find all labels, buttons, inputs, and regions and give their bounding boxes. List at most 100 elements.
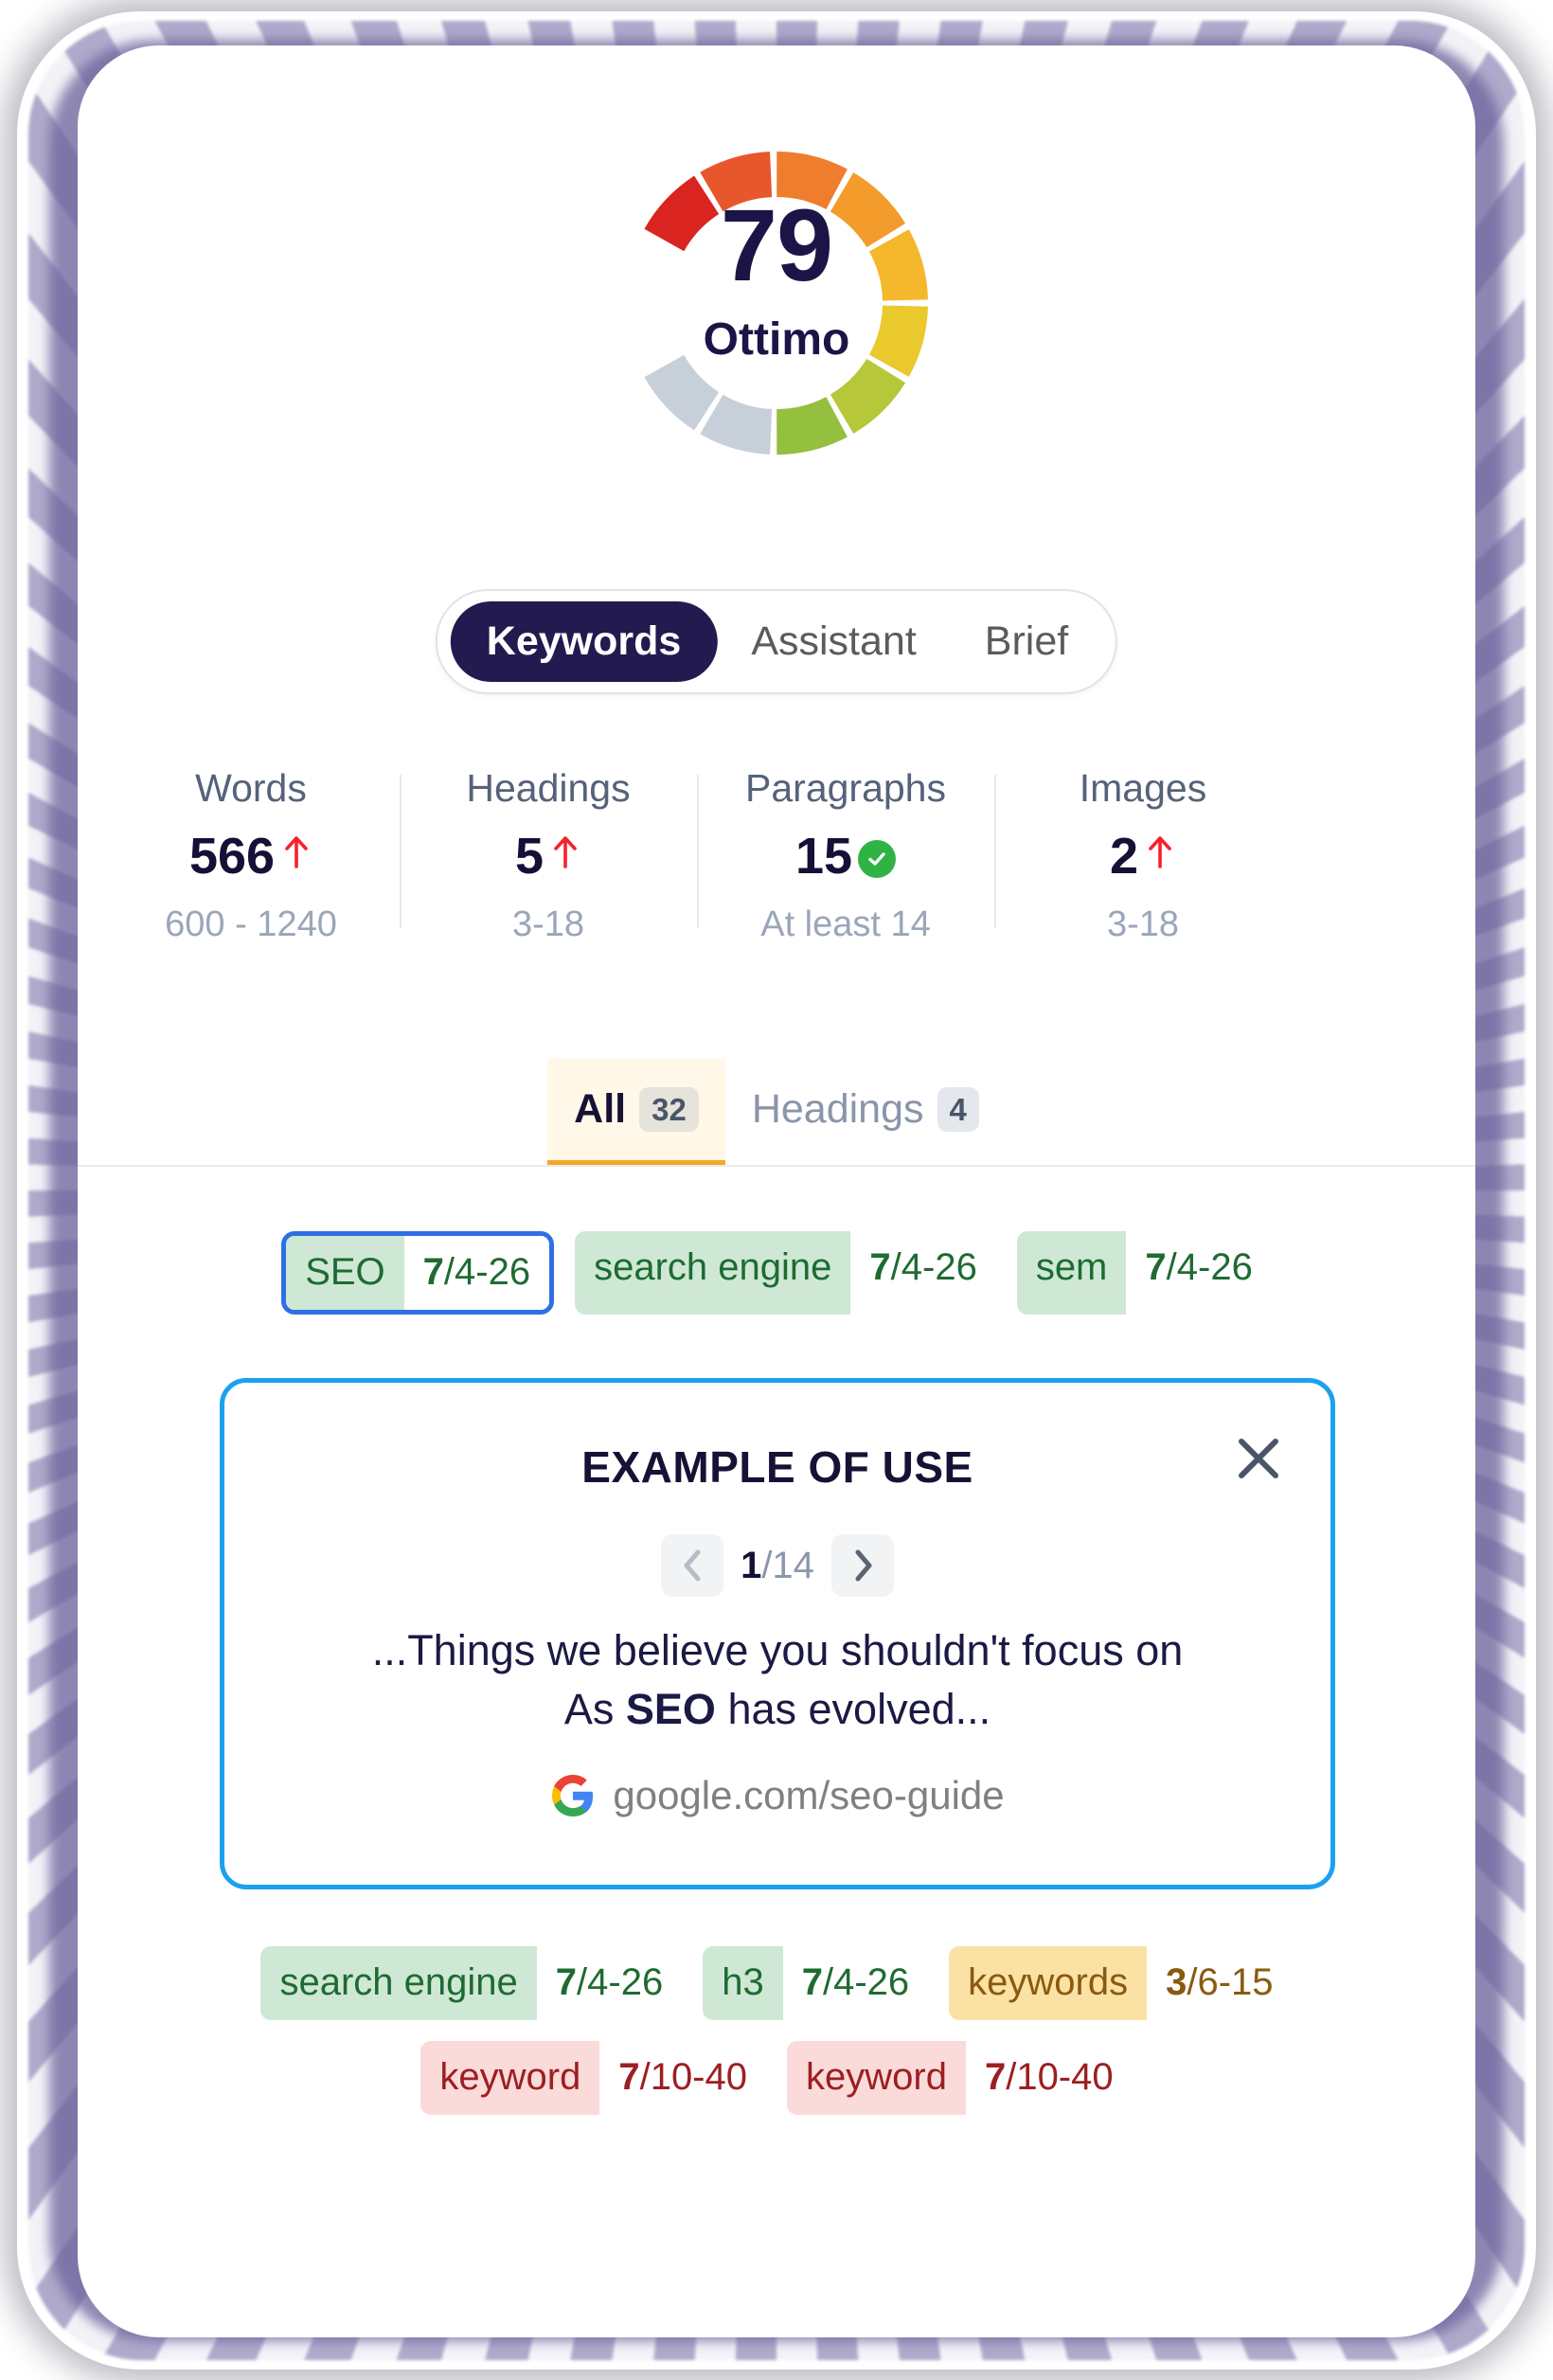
stat-value: 15	[794, 828, 853, 885]
gauge-segment	[644, 175, 720, 252]
content-stats-row: Words 566 600 - 1240 Headings 5 3-18 Paragraph…	[102, 766, 1292, 944]
keyword-chip-stat: 7/10-40	[965, 2041, 1133, 2115]
keyword-chip-term: search engine	[260, 1946, 537, 2020]
stat-paragraphs: Paragraphs 15 At least 14	[697, 769, 994, 942]
tab-assistant[interactable]: Assistant	[717, 601, 950, 682]
stat-label: Paragraphs	[745, 766, 946, 810]
keyword-chip-term: keyword	[420, 2041, 600, 2115]
keyword-chip-target: /6-15	[1187, 1961, 1274, 2003]
keyword-chip-stat: 7/10-40	[599, 2041, 766, 2115]
keyword-chip[interactable]: search engine 7/4-26	[575, 1231, 996, 1315]
keyword-chip-target: /4-26	[890, 1246, 977, 1288]
popover-source-url: google.com/seo-guide	[613, 1773, 1005, 1817]
gauge-segment	[644, 354, 720, 431]
pager-label: 1/14	[741, 1545, 814, 1587]
stat-headings: Headings 5 3-18	[400, 769, 697, 942]
keyword-chip-used: 7	[422, 1251, 444, 1293]
pager-total: /14	[761, 1544, 814, 1586]
keyword-chip-stat: 3/6-15	[1147, 1946, 1293, 2020]
keyword-chip-used: 7	[555, 1961, 578, 2003]
stat-words: Words 566 600 - 1240	[102, 766, 400, 944]
popover-body-keyword: SEO	[625, 1685, 716, 1734]
filter-tab-count: 32	[639, 1086, 699, 1133]
keyword-chip-term: sem	[1016, 1231, 1127, 1315]
seo-score-gauge: 79 Ottimo	[0, 104, 1553, 483]
stat-value: 5	[514, 828, 544, 885]
keyword-chip-target: /4-26	[443, 1251, 531, 1293]
keyword-chip-row: keyword 7/10-40 keyword 7/10-40	[78, 2041, 1475, 2115]
filter-tab-count: 4	[937, 1086, 979, 1133]
screenshot-frame: 79 Ottimo Keywords Assistant Brief Words 56…	[0, 0, 1553, 2380]
popover-body-pre: As	[563, 1685, 626, 1734]
example-of-use-popover: EXAMPLE OF USE 1/14 ...Things we believe…	[220, 1378, 1335, 1889]
filter-tab-label: Headings	[751, 1086, 924, 1132]
stat-images: Images 2 3-18	[994, 769, 1292, 942]
keyword-chip-stat: 7/4-26	[403, 1236, 550, 1310]
stat-value-row: 15	[703, 831, 989, 882]
gauge-segment	[776, 152, 848, 210]
keyword-chip-target: /4-26	[1166, 1246, 1253, 1288]
example-pager: 1/14	[224, 1534, 1330, 1597]
chevron-left-icon[interactable]	[661, 1534, 724, 1597]
google-logo-icon	[550, 1773, 596, 1818]
stat-range: 600 - 1240	[165, 904, 337, 944]
stat-value: 566	[188, 828, 276, 885]
close-icon[interactable]	[1230, 1430, 1287, 1487]
stat-label: Images	[1079, 766, 1207, 810]
keyword-chip-stat: 7/4-26	[782, 1946, 929, 2020]
arrow-up-icon	[549, 832, 581, 877]
gauge-segment	[830, 172, 906, 248]
stat-value: 2	[1109, 828, 1139, 885]
stat-value-row: 566	[108, 831, 394, 882]
keyword-chip-term: h3	[703, 1946, 783, 2020]
gauge-segment	[776, 396, 848, 455]
tab-brief[interactable]: Brief	[951, 601, 1102, 682]
popover-body-line-2: As SEO has evolved...	[270, 1680, 1285, 1739]
keyword-chip[interactable]: sem 7/4-26	[1016, 1231, 1272, 1315]
stat-value-row: 2	[1000, 831, 1286, 882]
stat-label: Headings	[466, 766, 631, 810]
keyword-chip-term: keywords	[949, 1946, 1148, 2020]
arrow-up-icon	[1144, 832, 1176, 877]
keyword-chip-used: 7	[801, 1961, 823, 2003]
popover-body-line-1: ...Things we believe you shouldn't focus…	[371, 1626, 1184, 1674]
keyword-chip[interactable]: keywords 3/6-15	[949, 1946, 1293, 2020]
popover-title: EXAMPLE OF USE	[581, 1442, 973, 1492]
keyword-chip-used: 7	[984, 2056, 1007, 2098]
filter-tab-all[interactable]: All 32	[547, 1059, 725, 1165]
keyword-chip-target: /10-40	[639, 2056, 747, 2098]
stat-value-row: 5	[405, 831, 691, 882]
keyword-chip[interactable]: search engine 7/4-26	[260, 1946, 683, 2020]
keyword-chip-row: search engine 7/4-26 h3 7/4-26 keywords 3/6-1…	[78, 1946, 1475, 2020]
chevron-right-icon[interactable]	[830, 1534, 894, 1597]
keyword-chip-term: SEO	[286, 1236, 404, 1310]
popover-body-text: ...Things we believe you shouldn't focus…	[270, 1621, 1285, 1739]
filter-tab-label: All	[574, 1086, 627, 1132]
stat-range: 3-18	[1106, 904, 1180, 944]
tab-keywords[interactable]: Keywords	[450, 601, 718, 682]
popover-source[interactable]: google.com/seo-guide	[224, 1773, 1330, 1818]
keyword-filter-tabs[interactable]: All 32 Headings 4	[78, 1059, 1475, 1167]
keyword-chip-used: 3	[1166, 1961, 1187, 2003]
keyword-chip-target: /4-26	[577, 1961, 664, 2003]
keyword-chip-target: /4-26	[822, 1961, 910, 2003]
keyword-chip[interactable]: keyword 7/10-40	[787, 2041, 1133, 2115]
pager-current: 1	[741, 1544, 762, 1586]
keyword-chip[interactable]: keyword 7/10-40	[420, 2041, 766, 2115]
stat-label: Words	[195, 766, 307, 810]
stat-range: At least 14	[760, 904, 931, 944]
keyword-chip-row: SEO 7/4-26 search engine 7/4-26 sem 7/4-26	[78, 1231, 1475, 1315]
view-tabs[interactable]: Keywords Assistant Brief	[435, 589, 1118, 694]
keyword-chip-stat: 7/4-26	[536, 1946, 683, 2020]
keyword-chip-used: 7	[869, 1246, 891, 1288]
check-circle-icon	[858, 840, 897, 878]
keyword-chip-used: 7	[618, 2056, 640, 2098]
popover-body-post: has evolved...	[715, 1685, 991, 1734]
gauge-segment	[830, 358, 906, 434]
keyword-chip-term: search engine	[575, 1231, 851, 1315]
stat-range: 3-18	[511, 904, 585, 944]
keyword-chip-stat: 7/4-26	[850, 1231, 996, 1315]
keyword-chip[interactable]: h3 7/4-26	[703, 1946, 929, 2020]
keyword-chip[interactable]: SEO 7/4-26	[281, 1231, 555, 1315]
filter-tab-headings[interactable]: Headings 4	[725, 1059, 1006, 1165]
